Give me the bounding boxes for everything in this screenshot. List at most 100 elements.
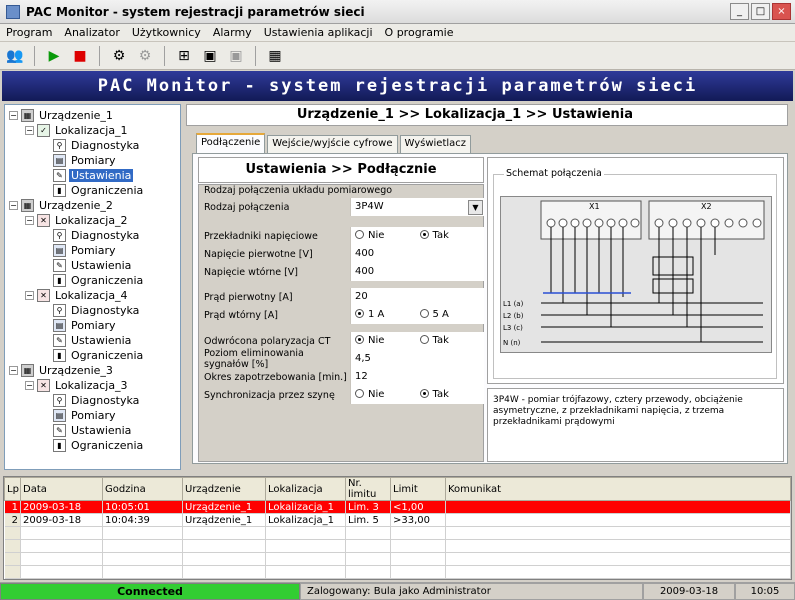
tree-item-diagnostyka[interactable]: ⚲ Diagnostyka: [53, 228, 141, 242]
menu-ustawienia[interactable]: Ustawienia aplikacji: [258, 26, 379, 39]
tree-location-1[interactable]: − ✓ Lokalizacja_1: [25, 123, 130, 137]
maximize-button[interactable]: □: [751, 3, 770, 20]
table-row-empty: [4, 565, 791, 579]
synchro-nie[interactable]: Nie: [355, 386, 420, 404]
device-delete-icon[interactable]: ▣: [225, 45, 247, 67]
col-lokalizacja[interactable]: Lokalizacja: [265, 477, 346, 501]
status-time: 10:05: [735, 583, 795, 600]
tree-item-pomiary[interactable]: ▤ Pomiary: [53, 318, 118, 332]
tab-wejscie-wyjscie[interactable]: Wejście/wyjście cyfrowe: [267, 135, 398, 153]
tree-device-3[interactable]: − ▦ Urządzenie_3: [9, 363, 115, 377]
przekladniki-tak[interactable]: Tak: [419, 227, 485, 245]
menu-program[interactable]: Program: [0, 26, 58, 39]
tree-item-ograniczenia[interactable]: ▮ Ograniczenia: [53, 273, 145, 287]
odwrocona-nie[interactable]: Nie: [355, 332, 420, 350]
tree-item-ustawienia[interactable]: ✎ Ustawienia: [53, 423, 133, 437]
col-lp[interactable]: Lp: [4, 477, 21, 501]
collapse-icon[interactable]: −: [9, 365, 18, 375]
tree-location-3[interactable]: − ✕ Lokalizacja_3: [25, 378, 130, 392]
przekladniki-nie[interactable]: Nie: [355, 227, 420, 245]
play-icon[interactable]: ▶: [43, 45, 65, 67]
device-icon: ▦: [21, 363, 34, 377]
toolbar: 👥 ▶ ■ ⚙ ⚙ ⊞ ▣ ▣ ▦: [0, 42, 795, 70]
radio-on-icon[interactable]: [419, 389, 429, 398]
prad-1a[interactable]: 1 A: [355, 306, 420, 324]
users-icon[interactable]: 👥: [4, 45, 26, 67]
connection-description: 3P4W - pomiar trójfazowy, cztery przewod…: [487, 388, 784, 462]
disconnect-icon[interactable]: ⚙: [134, 45, 156, 67]
radio-on-icon[interactable]: [419, 230, 429, 239]
menu-bar: Program Analizator Użytkownicy Alarmy Us…: [0, 24, 795, 42]
chevron-down-icon[interactable]: ▼: [468, 199, 483, 215]
collapse-icon[interactable]: −: [9, 200, 18, 210]
menu-o-programie[interactable]: O programie: [379, 26, 460, 39]
location-error-icon: ✕: [37, 378, 50, 392]
collapse-icon[interactable]: −: [25, 290, 34, 300]
tree-item-pomiary[interactable]: ▤ Pomiary: [53, 408, 118, 422]
row-prad-pierwotny: Prąd pierwotny [A] 20: [198, 288, 484, 306]
okres-input[interactable]: 12: [350, 368, 484, 386]
collapse-icon[interactable]: −: [25, 125, 34, 135]
tree-item-ograniczenia[interactable]: ▮ Ograniczenia: [53, 438, 145, 452]
synchro-tak[interactable]: Tak: [419, 386, 485, 404]
collapse-icon[interactable]: −: [25, 215, 34, 225]
radio-on-icon[interactable]: [355, 309, 364, 318]
tree-location-2[interactable]: − ✕ Lokalizacja_2: [25, 213, 130, 227]
radio-off-icon[interactable]: [419, 335, 429, 344]
tree-device-2[interactable]: − ▦ Urządzenie_2: [9, 198, 115, 212]
col-data[interactable]: Data: [20, 477, 103, 501]
tab-wyswietlacz[interactable]: Wyświetlacz: [399, 135, 472, 153]
collapse-icon[interactable]: −: [25, 380, 34, 390]
tree-icon[interactable]: ⊞: [173, 45, 195, 67]
table-row[interactable]: 2 2009-03-18 10:04:39 Urządzenie_1 Lokal…: [4, 513, 791, 527]
nap-pierwotne-input[interactable]: 400: [350, 245, 484, 263]
rodzaj-select[interactable]: 3P4W ▼: [350, 198, 484, 216]
nap-wtorne-input[interactable]: 400: [350, 263, 484, 281]
radio-off-icon[interactable]: [355, 230, 364, 239]
radio-off-icon[interactable]: [355, 389, 364, 398]
prad-pierwotny-input[interactable]: 20: [350, 288, 484, 306]
table-row[interactable]: 1 2009-03-18 10:05:01 Urządzenie_1 Lokal…: [4, 500, 791, 514]
col-limit[interactable]: Limit: [390, 477, 446, 501]
table-row-empty: [4, 539, 791, 553]
odwrocona-radio-group: Nie Tak: [350, 332, 484, 350]
tree-item-pomiary[interactable]: ▤ Pomiary: [53, 153, 118, 167]
menu-uzytkownicy[interactable]: Użytkownicy: [126, 26, 207, 39]
table-row-empty: [4, 552, 791, 566]
status-bar: Connected Zalogowany: Bula jako Administ…: [0, 582, 795, 600]
nap-pierwotne-label: Napięcie pierwotne [V]: [204, 248, 313, 260]
odwrocona-tak[interactable]: Tak: [419, 332, 485, 350]
calculator-icon[interactable]: ▦: [264, 45, 286, 67]
menu-alarmy[interactable]: Alarmy: [207, 26, 258, 39]
tree-location-4[interactable]: − ✕ Lokalizacja_4: [25, 288, 130, 302]
tree-item-pomiary[interactable]: ▤ Pomiary: [53, 243, 118, 257]
device-icon[interactable]: ▣: [199, 45, 221, 67]
minimize-button[interactable]: _: [730, 3, 749, 20]
wrench-icon: ✎: [53, 333, 66, 347]
tree-item-ograniczenia[interactable]: ▮ Ograniczenia: [53, 348, 145, 362]
radio-on-icon[interactable]: [355, 335, 364, 344]
close-button[interactable]: ×: [772, 3, 791, 20]
tree-item-diagnostyka[interactable]: ⚲ Diagnostyka: [53, 138, 141, 152]
location-error-icon: ✕: [37, 213, 50, 227]
radio-off-icon[interactable]: [419, 309, 429, 318]
col-nr-limitu[interactable]: Nr. limitu: [345, 477, 391, 501]
row-przekladniki: Przekładniki napięciowe Nie Tak: [198, 227, 484, 245]
col-komunikat[interactable]: Komunikat: [445, 477, 791, 501]
col-godzina[interactable]: Godzina: [102, 477, 183, 501]
tree-item-ustawienia[interactable]: ✎ Ustawienia: [53, 168, 134, 182]
tree-item-ustawienia[interactable]: ✎ Ustawienia: [53, 258, 133, 272]
tree-item-ograniczenia[interactable]: ▮ Ograniczenia: [53, 183, 145, 197]
col-urzadzenie[interactable]: Urządzenie: [182, 477, 266, 501]
prad-5a[interactable]: 5 A: [419, 306, 485, 324]
collapse-icon[interactable]: −: [9, 110, 18, 120]
stop-icon[interactable]: ■: [69, 45, 91, 67]
tree-item-diagnostyka[interactable]: ⚲ Diagnostyka: [53, 303, 141, 317]
tree-item-ustawienia[interactable]: ✎ Ustawienia: [53, 333, 133, 347]
tree-device-1[interactable]: − ▦ Urządzenie_1: [9, 108, 115, 122]
poziom-input[interactable]: 4,5: [350, 350, 484, 368]
connect-icon[interactable]: ⚙: [108, 45, 130, 67]
tab-podlaczenie[interactable]: Podłączenie: [196, 133, 266, 153]
menu-analizator[interactable]: Analizator: [58, 26, 125, 39]
tree-item-diagnostyka[interactable]: ⚲ Diagnostyka: [53, 393, 141, 407]
